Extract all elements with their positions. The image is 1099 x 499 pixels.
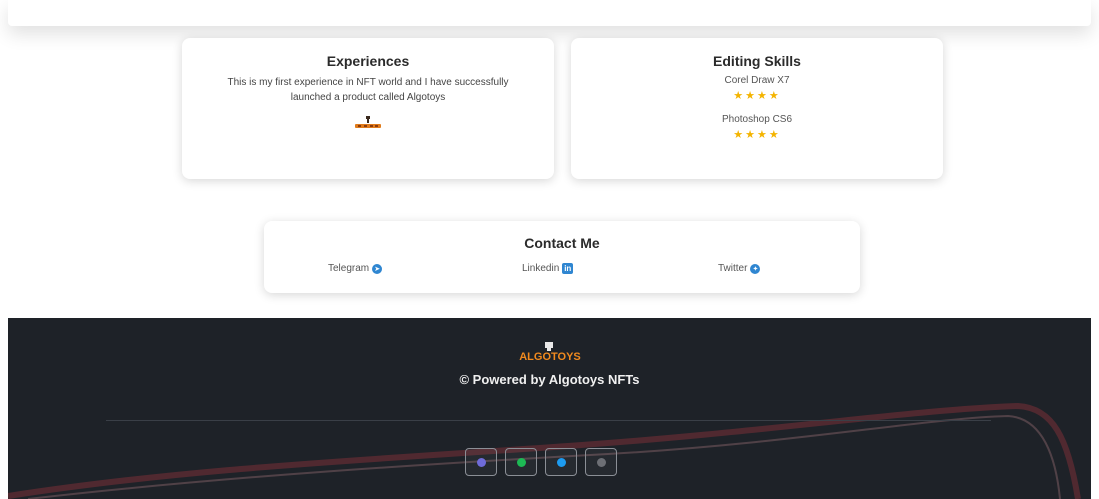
discord-button[interactable] xyxy=(465,448,497,476)
twitter-icon: ✦ xyxy=(750,263,761,274)
powered-by-text: © Powered by Algotoys NFTs xyxy=(459,372,640,387)
telegram-icon: ➤ xyxy=(372,263,383,274)
contact-link-linkedin[interactable]: Linkedin in xyxy=(522,263,574,274)
svg-text:ALGOTOYS: ALGOTOYS xyxy=(519,351,581,362)
x-button[interactable] xyxy=(585,448,617,476)
contact-link-twitter[interactable]: Twitter ✦ xyxy=(718,263,761,274)
x-icon xyxy=(596,457,606,467)
twitter-label: Twitter xyxy=(718,263,748,274)
twitter-icon xyxy=(556,457,566,467)
editing-skills-card: Editing Skills Corel Draw X7 ★★★★ Photos… xyxy=(571,38,943,179)
skill-name-coreldraw: Corel Draw X7 xyxy=(724,75,790,86)
footer: ALGOTOYS © Powered by Algotoys NFTs xyxy=(8,318,1091,499)
twitter-button[interactable] xyxy=(545,448,577,476)
linkedin-label: Linkedin xyxy=(522,263,560,274)
skill-rating-coreldraw: ★★★★ xyxy=(733,90,781,102)
experiences-title: Experiences xyxy=(326,53,410,69)
social-links xyxy=(465,448,617,476)
spotify-icon xyxy=(516,457,526,467)
experiences-card: Experiences This is my first experience … xyxy=(182,38,554,179)
linkedin-icon: in xyxy=(562,263,574,274)
spotify-button[interactable] xyxy=(505,448,537,476)
contact-title: Contact Me xyxy=(524,235,600,251)
algotoys-logo: ALGOTOYS xyxy=(8,342,1091,367)
contact-card: Contact Me Telegram ➤ Linkedin in Twitte… xyxy=(264,221,860,293)
discord-icon xyxy=(476,457,486,467)
experiences-text: This is my first experience in NFT world… xyxy=(227,77,509,103)
skill-rating-photoshop: ★★★★ xyxy=(733,129,781,141)
footer-divider xyxy=(106,420,991,421)
header-bar xyxy=(8,0,1091,26)
contact-link-telegram[interactable]: Telegram ➤ xyxy=(328,263,383,274)
skills-title: Editing Skills xyxy=(713,53,801,69)
telegram-label: Telegram xyxy=(328,263,370,274)
algotoys-product-logo xyxy=(353,115,383,136)
skill-name-photoshop: Photoshop CS6 xyxy=(721,114,793,125)
